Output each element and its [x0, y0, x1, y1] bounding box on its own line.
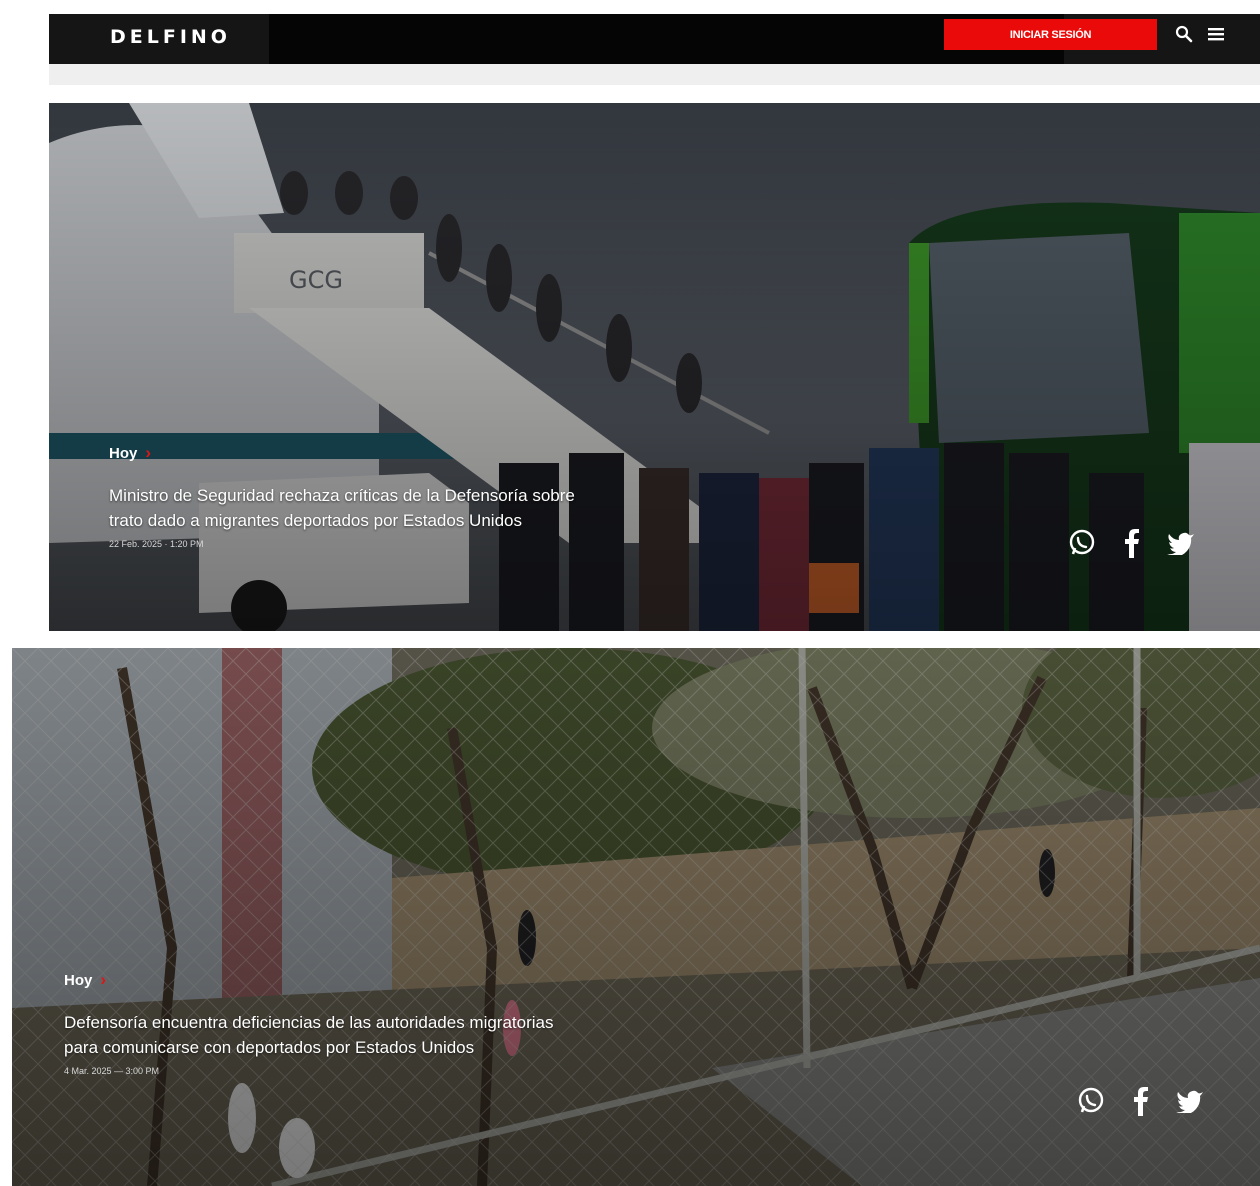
section-link-hoy[interactable]: Hoy ›	[109, 443, 599, 463]
article-card-1[interactable]: GCG	[49, 103, 1260, 631]
article-date: 22 Feb. 2025 · 1:20 PM	[109, 539, 204, 549]
article-headline[interactable]: Ministro de Seguridad rechaza críticas d…	[109, 483, 599, 533]
section-link-hoy[interactable]: Hoy ›	[64, 970, 564, 990]
twitter-icon[interactable]	[1167, 531, 1195, 555]
site-header: DELFINO INICIAR SESIÓN	[49, 14, 1260, 65]
article-headline[interactable]: Defensoría encuentra deficiencias de las…	[64, 1010, 564, 1060]
article-date: 4 Mar. 2025 — 3:00 PM	[64, 1066, 160, 1076]
section-label: Hoy	[109, 444, 138, 462]
article-text-1: Hoy › Ministro de Seguridad rechaza crít…	[109, 443, 599, 549]
header-divider-strip	[49, 64, 1260, 85]
login-button[interactable]: INICIAR SESIÓN	[944, 19, 1157, 50]
whatsapp-icon[interactable]	[1067, 528, 1097, 558]
twitter-icon[interactable]	[1176, 1089, 1204, 1113]
article-text-2: Hoy › Defensoría encuentra deficiencias …	[64, 970, 564, 1076]
share-buttons-2	[1076, 1086, 1204, 1116]
share-buttons-1	[1067, 528, 1195, 558]
article-photo-detention-yard	[12, 648, 1260, 1186]
section-label: Hoy	[64, 971, 93, 989]
article-card-2[interactable]: Hoy › Defensoría encuentra deficiencias …	[12, 648, 1260, 1186]
search-icon[interactable]	[1174, 24, 1194, 44]
facebook-icon[interactable]	[1123, 528, 1141, 558]
hamburger-menu-icon[interactable]	[1206, 24, 1226, 44]
site-logo[interactable]: DELFINO	[110, 26, 231, 48]
facebook-icon[interactable]	[1132, 1086, 1150, 1116]
whatsapp-icon[interactable]	[1076, 1086, 1106, 1116]
chevron-right-icon: ›	[145, 443, 152, 462]
chevron-right-icon: ›	[100, 970, 107, 989]
